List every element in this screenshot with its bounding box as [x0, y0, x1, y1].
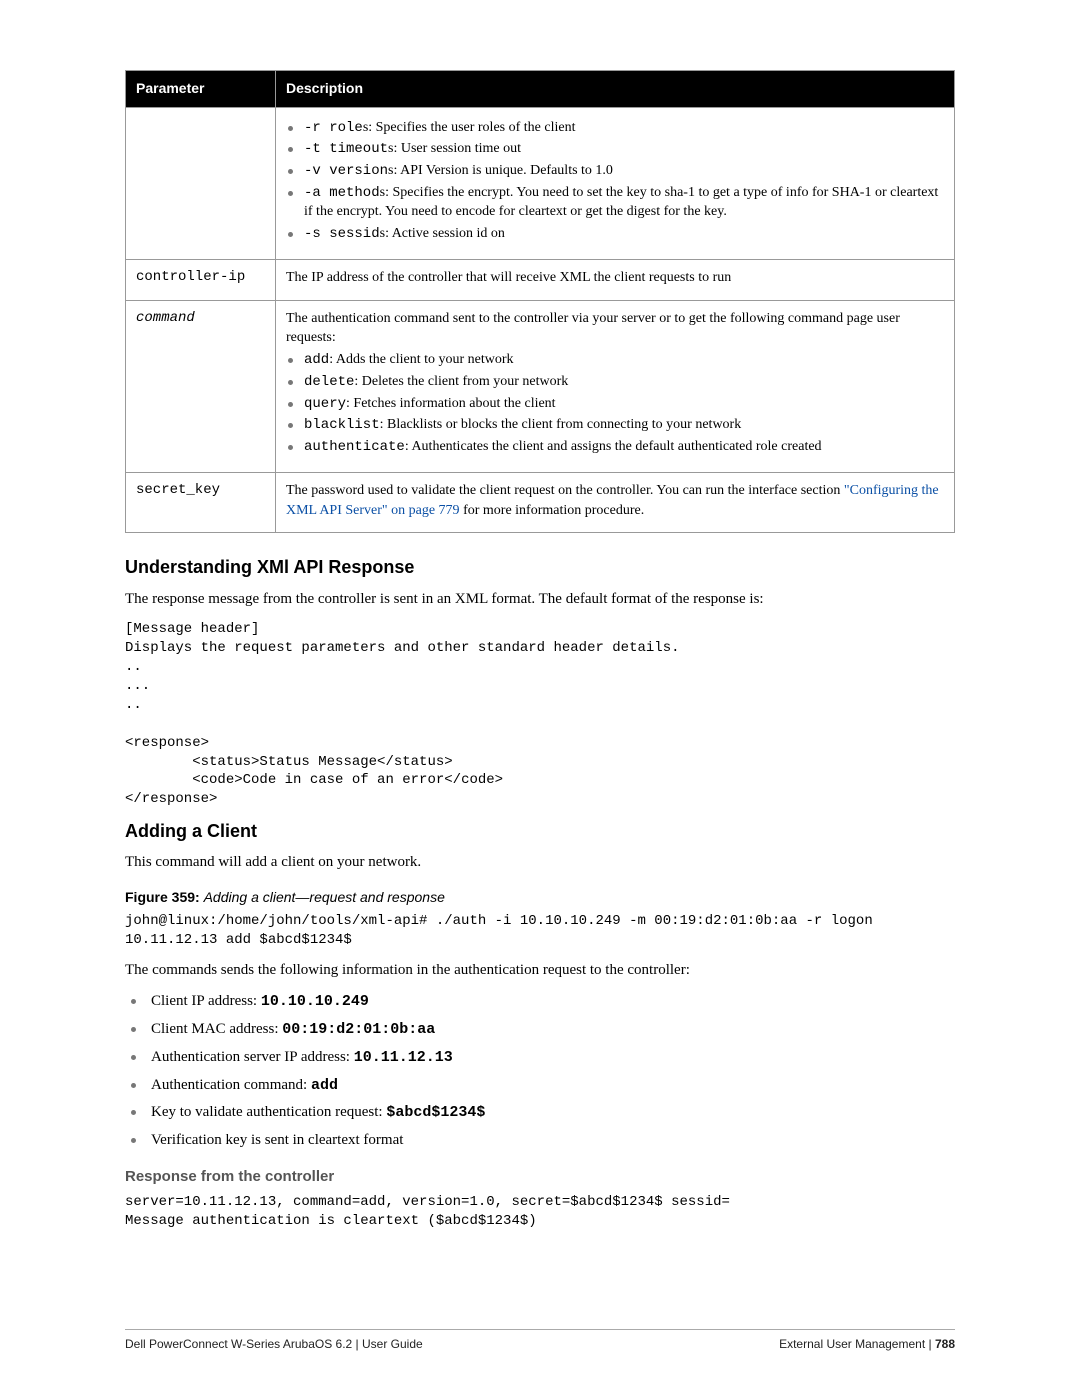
item-text: Authentication server IP address: — [151, 1049, 350, 1065]
page-number: 788 — [935, 1337, 955, 1351]
item-text: Verification key is sent in cleartext fo… — [151, 1132, 403, 1148]
code-inline: 10.10.10.249 — [261, 993, 369, 1010]
desc-cell: -r roles: Specifies the user roles of th… — [276, 107, 955, 259]
code-inline: -t timeout — [304, 141, 388, 157]
param-cell: controller-ip — [126, 259, 276, 300]
code-inline: -r role — [304, 120, 363, 136]
item-text: : Blacklists or blocks the client from c… — [380, 417, 742, 432]
list-item: Verification key is sent in cleartext fo… — [125, 1130, 955, 1152]
heading-response-controller: Response from the controller — [125, 1166, 955, 1187]
th-parameter: Parameter — [126, 71, 276, 108]
item-text: Client MAC address: — [151, 1021, 279, 1037]
list-item: Client IP address: 10.10.10.249 — [125, 991, 955, 1013]
list-item: Authentication command: add — [125, 1075, 955, 1097]
heading-understanding-response: Understanding XMl API Response — [125, 555, 955, 580]
desc-cell: The authentication command sent to the c… — [276, 300, 955, 473]
paragraph: The commands sends the following informa… — [125, 960, 955, 982]
item-text: s: Specifies the user roles of the clien… — [363, 120, 576, 135]
list-item: Key to validate authentication request: … — [125, 1102, 955, 1124]
item-text: for more information procedure. — [460, 503, 645, 518]
param-cell — [126, 107, 276, 259]
code-inline: add — [304, 352, 329, 368]
code-inline: blacklist — [304, 417, 380, 433]
table-row: command The authentication command sent … — [126, 300, 955, 473]
code-inline: add — [311, 1077, 338, 1094]
item-text: The authentication command sent to the c… — [286, 311, 900, 346]
item-text: s: API Version is unique. Defaults to 1.… — [388, 163, 613, 178]
code-block: [Message header] Displays the request pa… — [125, 620, 955, 809]
item-text: Authentication command: — [151, 1077, 307, 1093]
code-inline: 00:19:d2:01:0b:aa — [282, 1021, 435, 1038]
desc-cell: The password used to validate the client… — [276, 473, 955, 533]
desc-cell: The IP address of the controller that wi… — [276, 259, 955, 300]
table-row: secret_key The password used to validate… — [126, 473, 955, 533]
figure-label: Figure 359: — [125, 889, 200, 905]
paragraph: This command will add a client on your n… — [125, 852, 955, 874]
item-text: The password used to validate the client… — [286, 483, 840, 498]
item-text: s: Specifies the encrypt. You need to se… — [304, 185, 938, 219]
table-row: -r roles: Specifies the user roles of th… — [126, 107, 955, 259]
code-inline: query — [304, 396, 346, 412]
code-inline: authenticate — [304, 439, 405, 455]
footer-left: Dell PowerConnect W-Series ArubaOS 6.2 |… — [125, 1336, 423, 1353]
list-item: Client MAC address: 00:19:d2:01:0b:aa — [125, 1019, 955, 1041]
code-inline: -v version — [304, 163, 388, 179]
item-text: s: User session time out — [388, 141, 521, 156]
item-text: : Adds the client to your network — [329, 352, 513, 367]
footer-section: External User Management — [779, 1337, 925, 1351]
page-footer: Dell PowerConnect W-Series ArubaOS 6.2 |… — [125, 1329, 955, 1353]
paragraph: The response message from the controller… — [125, 589, 955, 611]
item-text: : Deletes the client from your network — [354, 374, 568, 389]
th-description: Description — [276, 71, 955, 108]
parameters-table: Parameter Description -r roles: Specifie… — [125, 70, 955, 533]
item-text: : Fetches information about the client — [346, 396, 556, 411]
list-item: Authentication server IP address: 10.11.… — [125, 1047, 955, 1069]
item-text: Client IP address: — [151, 993, 257, 1009]
code-block: john@linux:/home/john/tools/xml-api# ./a… — [125, 912, 955, 950]
heading-adding-client: Adding a Client — [125, 819, 955, 844]
item-text: s: Active session id on — [380, 226, 505, 241]
code-inline: -s sessid — [304, 226, 380, 242]
figure-text: Adding a client—request and response — [204, 889, 445, 905]
item-text: Key to validate authentication request: — [151, 1104, 383, 1120]
code-inline: delete — [304, 374, 354, 390]
item-text: : Authenticates the client and assigns t… — [405, 439, 822, 454]
figure-caption: Figure 359: Adding a client—request and … — [125, 888, 955, 908]
info-list: Client IP address: 10.10.10.249 Client M… — [125, 991, 955, 1152]
footer-right: External User Management | 788 — [779, 1336, 955, 1353]
param-cell: command — [126, 300, 276, 473]
code-block: server=10.11.12.13, command=add, version… — [125, 1193, 955, 1231]
code-inline: -a method — [304, 185, 380, 201]
param-cell: secret_key — [126, 473, 276, 533]
code-inline: $abcd$1234$ — [386, 1104, 485, 1121]
code-inline: 10.11.12.13 — [354, 1049, 453, 1066]
table-row: controller-ip The IP address of the cont… — [126, 259, 955, 300]
